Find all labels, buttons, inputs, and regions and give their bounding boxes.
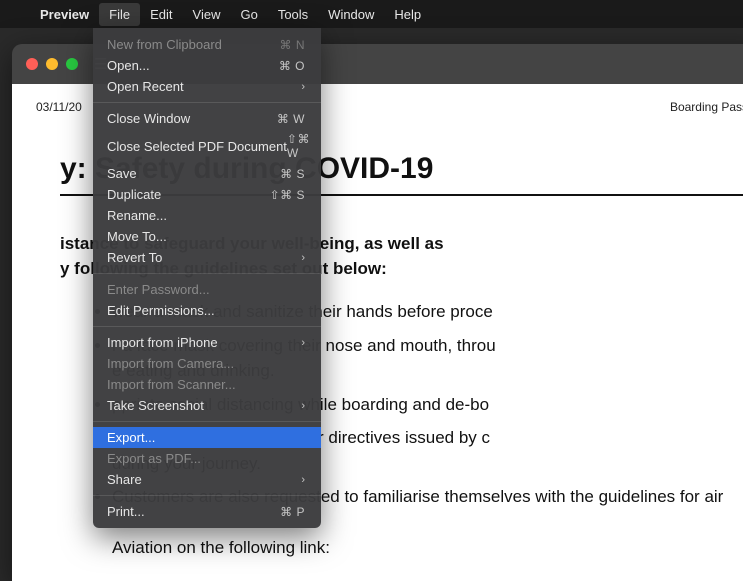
menubar: Preview File Edit View Go Tools Window H… xyxy=(0,0,743,28)
menubar-window[interactable]: Window xyxy=(318,3,384,26)
menu-item-share[interactable]: Share› xyxy=(93,469,321,490)
menu-item-shortcut: ⌘ S xyxy=(280,167,305,181)
chevron-right-icon: › xyxy=(295,400,305,412)
menu-item-edit-permissions[interactable]: Edit Permissions... xyxy=(93,300,321,321)
menu-separator xyxy=(93,102,321,103)
menu-item-label: Share xyxy=(107,472,295,487)
menu-item-label: Import from iPhone xyxy=(107,335,295,350)
file-menu-dropdown: New from Clipboard⌘ NOpen...⌘ OOpen Rece… xyxy=(93,28,321,528)
menu-item-label: Close Window xyxy=(107,111,277,126)
menu-separator xyxy=(93,326,321,327)
menu-item-import-from-camera: Import from Camera... xyxy=(93,353,321,374)
menubar-tools[interactable]: Tools xyxy=(268,3,318,26)
menu-item-label: Save xyxy=(107,166,280,181)
menubar-view[interactable]: View xyxy=(183,3,231,26)
menu-item-rename[interactable]: Rename... xyxy=(93,205,321,226)
menu-item-label: Open... xyxy=(107,58,279,73)
menu-item-shortcut: ⌘ O xyxy=(279,59,305,73)
document-header-date: 03/11/20 xyxy=(36,100,82,114)
menu-item-enter-password: Enter Password... xyxy=(93,279,321,300)
menu-item-label: Move To... xyxy=(107,229,305,244)
menu-item-label: Duplicate xyxy=(107,187,270,202)
menu-separator xyxy=(93,421,321,422)
menu-item-label: Open Recent xyxy=(107,79,295,94)
menubar-edit[interactable]: Edit xyxy=(140,3,182,26)
menu-item-revert-to[interactable]: Revert To› xyxy=(93,247,321,268)
menu-item-label: Import from Scanner... xyxy=(107,377,305,392)
menubar-go[interactable]: Go xyxy=(230,3,267,26)
menu-item-import-from-scanner: Import from Scanner... xyxy=(93,374,321,395)
chevron-right-icon: › xyxy=(295,81,305,93)
menu-item-take-screenshot[interactable]: Take Screenshot› xyxy=(93,395,321,416)
menu-item-label: Enter Password... xyxy=(107,282,305,297)
menu-item-print[interactable]: Print...⌘ P xyxy=(93,501,321,522)
menu-item-save[interactable]: Save⌘ S xyxy=(93,163,321,184)
menu-item-new-from-clipboard: New from Clipboard⌘ N xyxy=(93,34,321,55)
minimize-window-button[interactable] xyxy=(46,58,58,70)
menu-item-label: Revert To xyxy=(107,250,295,265)
menu-item-move-to[interactable]: Move To... xyxy=(93,226,321,247)
menu-item-label: Export... xyxy=(107,430,305,445)
menu-item-close-selected-pdf-document[interactable]: Close Selected PDF Document⇧⌘ W xyxy=(93,129,321,163)
menu-item-label: Close Selected PDF Document xyxy=(107,139,287,154)
menu-item-shortcut: ⌘ P xyxy=(280,505,305,519)
menu-item-label: Take Screenshot xyxy=(107,398,295,413)
menu-item-label: New from Clipboard xyxy=(107,37,280,52)
menu-item-label: Edit Permissions... xyxy=(107,303,305,318)
menubar-help[interactable]: Help xyxy=(384,3,431,26)
menu-item-shortcut: ⌘ N xyxy=(280,38,306,52)
menu-item-label: Print... xyxy=(107,504,280,519)
menubar-app-name[interactable]: Preview xyxy=(30,3,99,26)
close-window-button[interactable] xyxy=(26,58,38,70)
menu-item-close-window[interactable]: Close Window⌘ W xyxy=(93,108,321,129)
menu-item-duplicate[interactable]: Duplicate⇧⌘ S xyxy=(93,184,321,205)
menu-separator xyxy=(93,495,321,496)
menu-item-label: Rename... xyxy=(107,208,305,223)
menubar-file[interactable]: File xyxy=(99,3,140,26)
chevron-right-icon: › xyxy=(295,337,305,349)
chevron-right-icon: › xyxy=(295,252,305,264)
document-header-right: Boarding Pass xyxy=(670,100,743,114)
menu-item-label: Import from Camera... xyxy=(107,356,305,371)
menu-item-open[interactable]: Open...⌘ O xyxy=(93,55,321,76)
chevron-right-icon: › xyxy=(295,474,305,486)
fullscreen-window-button[interactable] xyxy=(66,58,78,70)
menu-item-export[interactable]: Export... xyxy=(93,427,321,448)
window-traffic-lights xyxy=(26,58,78,70)
menu-item-open-recent[interactable]: Open Recent› xyxy=(93,76,321,97)
menu-item-import-from-iphone[interactable]: Import from iPhone› xyxy=(93,332,321,353)
menu-item-label: Export as PDF... xyxy=(107,451,305,466)
menu-separator xyxy=(93,273,321,274)
menu-item-shortcut: ⇧⌘ S xyxy=(270,188,305,202)
menu-item-export-as-pdf: Export as PDF... xyxy=(93,448,321,469)
menu-item-shortcut: ⇧⌘ W xyxy=(287,132,310,160)
menu-item-shortcut: ⌘ W xyxy=(277,112,305,126)
